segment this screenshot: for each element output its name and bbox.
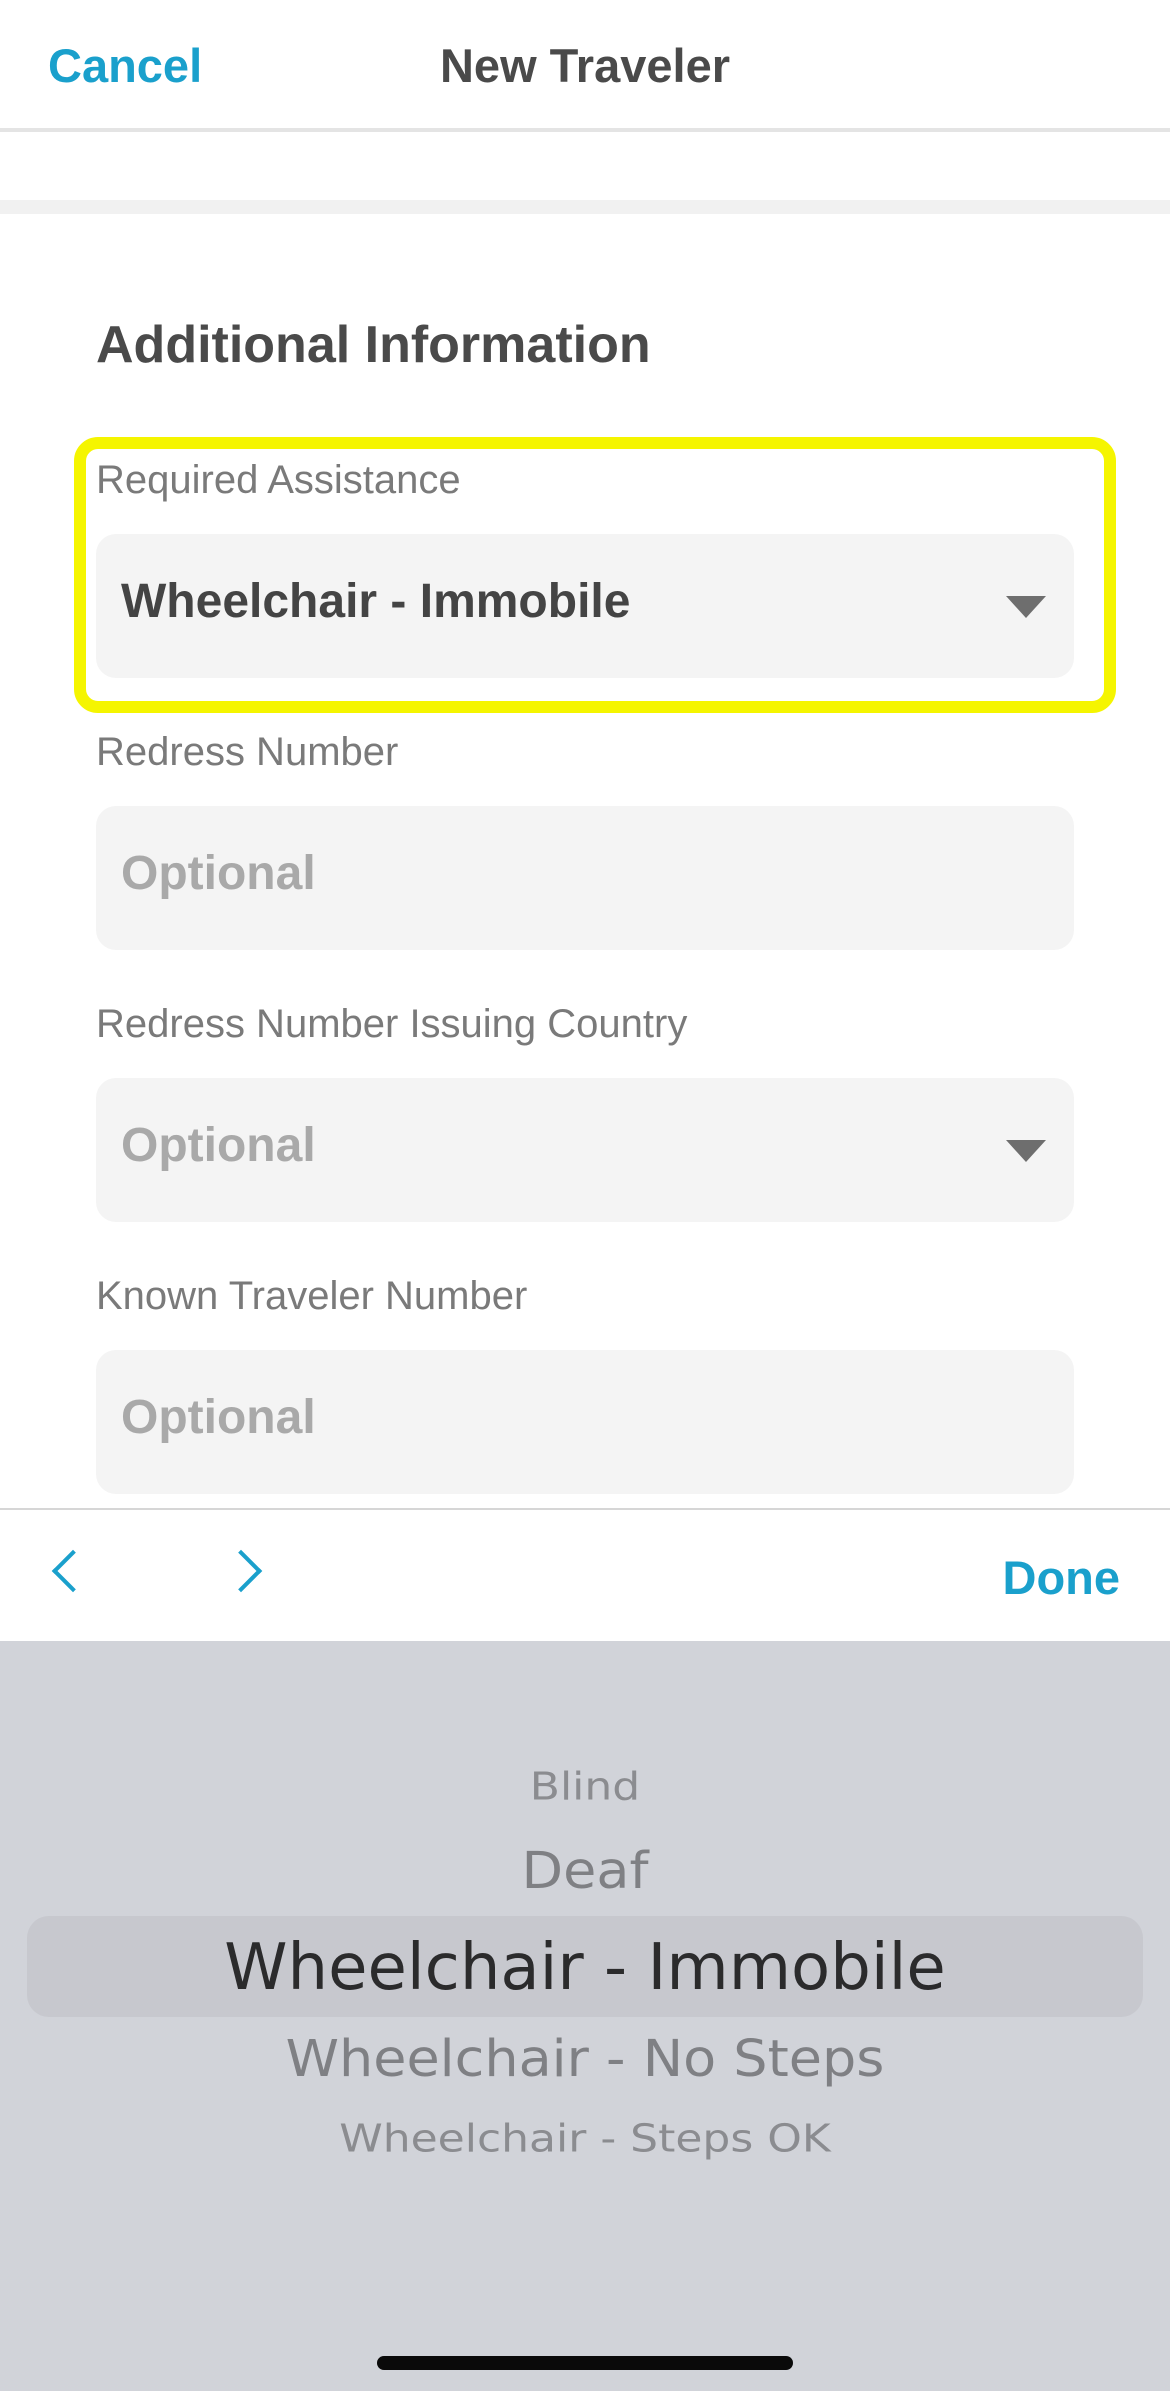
- redress-country-label: Redress Number Issuing Country: [96, 1002, 688, 1046]
- redress-number-placeholder: Optional: [121, 847, 316, 900]
- focus-highlight: [74, 437, 1116, 713]
- picker-option[interactable]: Wheelchair - Steps OK: [0, 2116, 1170, 2161]
- picker-option[interactable]: Deaf: [0, 1841, 1170, 1900]
- redress-country-select[interactable]: Optional: [96, 1078, 1074, 1222]
- new-traveler-screen: Cancel New Traveler Additional Informati…: [0, 0, 1170, 2391]
- previous-section-edge: [0, 136, 1170, 200]
- input-accessory-toolbar: Done: [0, 1508, 1170, 1641]
- known-traveler-input[interactable]: Optional: [96, 1350, 1074, 1494]
- done-button[interactable]: Done: [1003, 1550, 1121, 1605]
- picker-option[interactable]: Wheelchair - No Steps: [0, 2029, 1170, 2088]
- known-traveler-label: Known Traveler Number: [96, 1274, 528, 1318]
- assistance-picker[interactable]: Blind Deaf Wheelchair - Immobile Wheelch…: [0, 1641, 1170, 2391]
- navigation-bar: Cancel New Traveler: [0, 0, 1170, 132]
- dropdown-caret-icon: [1006, 1140, 1046, 1162]
- section-title: Additional Information: [96, 316, 651, 374]
- known-traveler-placeholder: Optional: [121, 1391, 316, 1444]
- picker-option-selected[interactable]: Wheelchair - Immobile: [0, 1931, 1170, 2005]
- redress-country-placeholder: Optional: [121, 1119, 316, 1172]
- picker-option[interactable]: Blind: [0, 1764, 1170, 1809]
- page-title: New Traveler: [439, 39, 730, 92]
- chevron-left-icon[interactable]: [51, 1549, 95, 1593]
- redress-number-label: Redress Number: [96, 730, 399, 774]
- chevron-right-icon[interactable]: [219, 1549, 263, 1593]
- home-indicator: [377, 2356, 793, 2370]
- section-divider: [0, 200, 1170, 214]
- redress-number-input[interactable]: Optional: [96, 806, 1074, 950]
